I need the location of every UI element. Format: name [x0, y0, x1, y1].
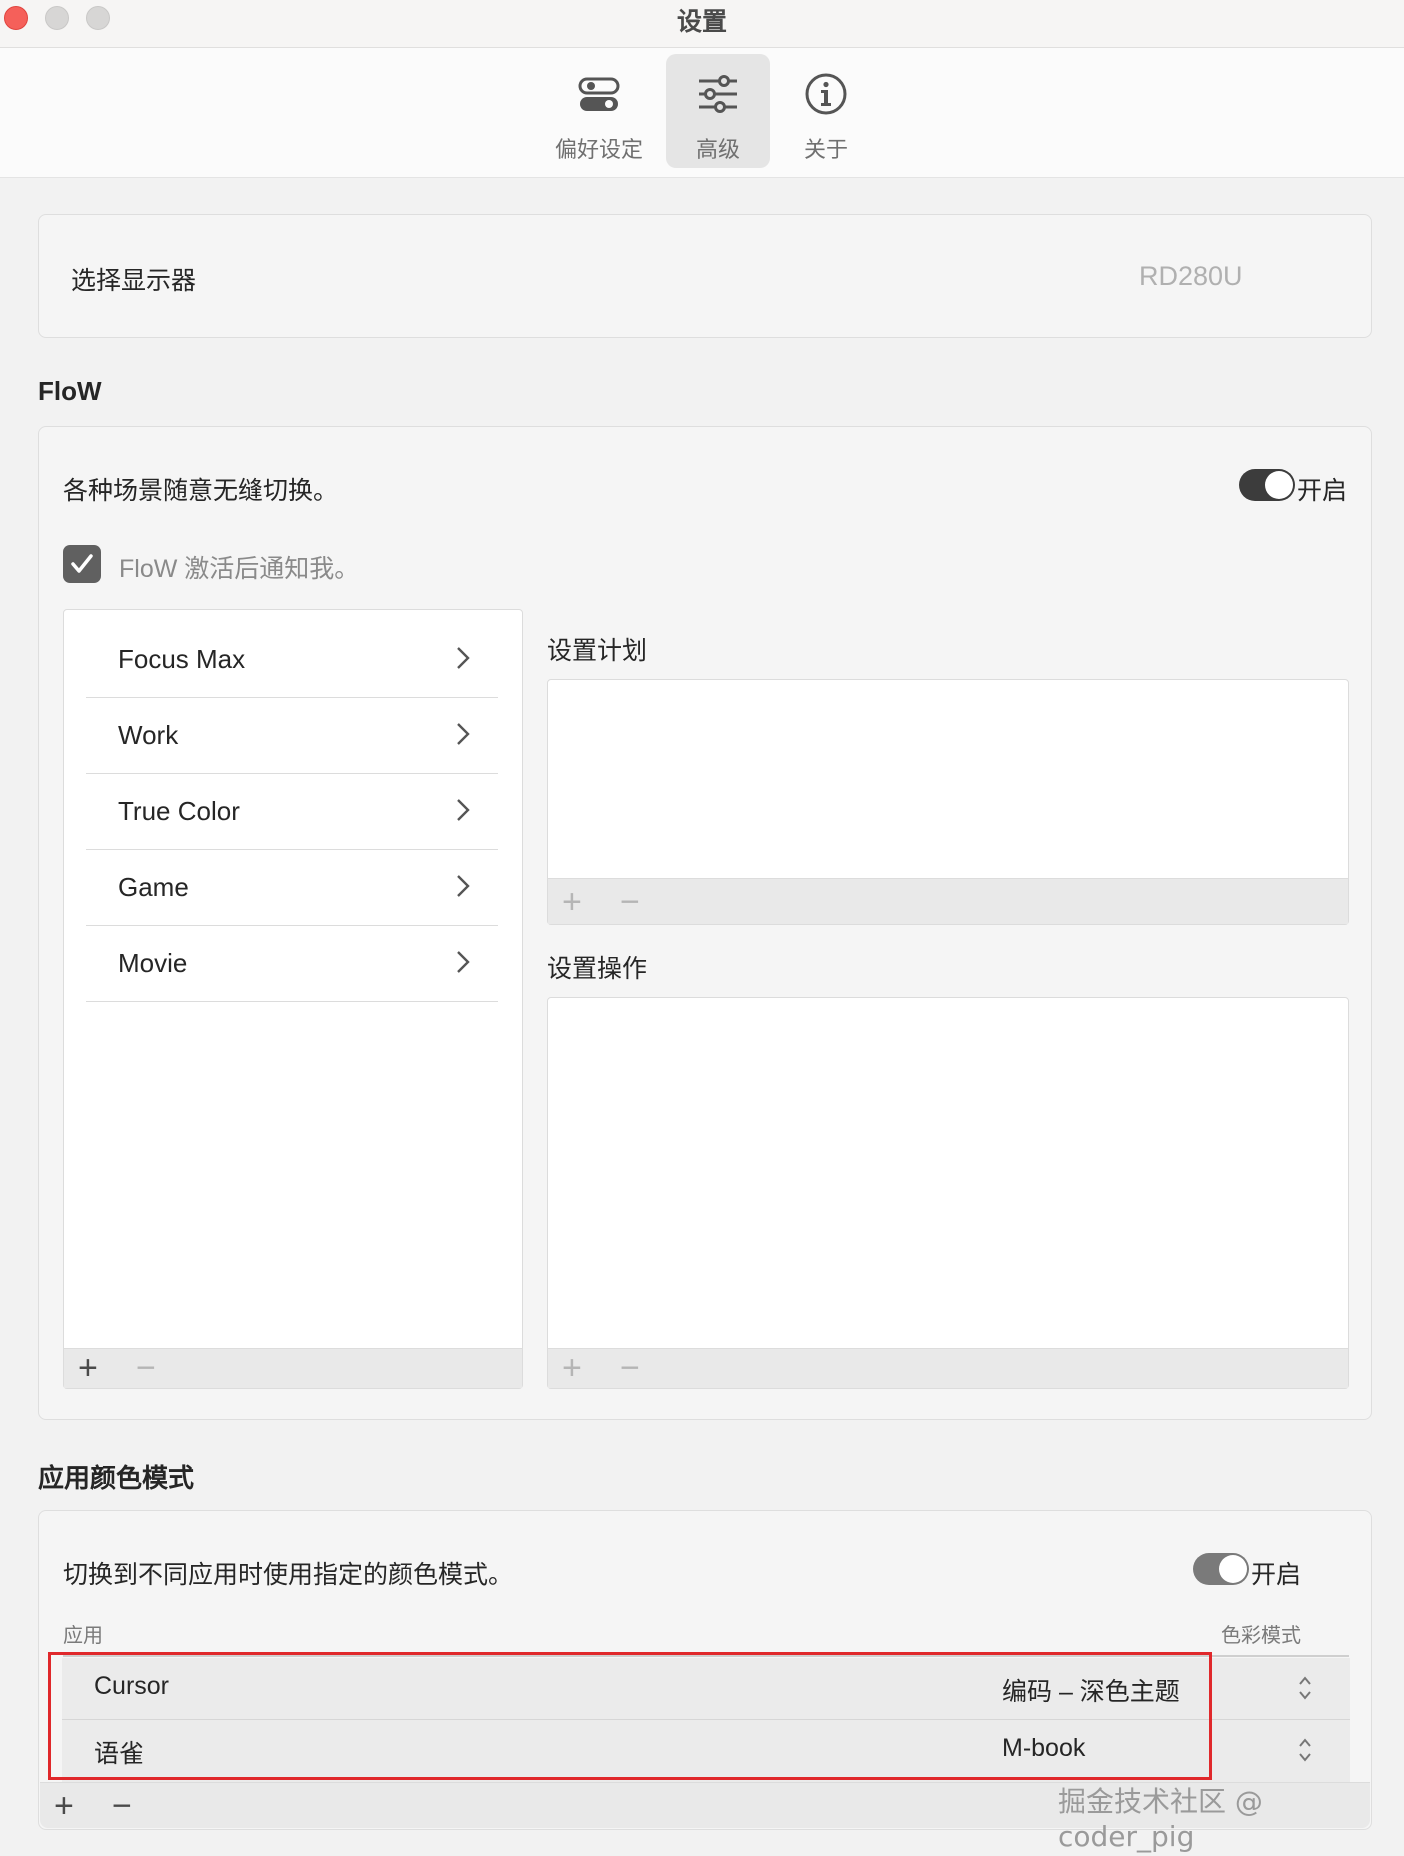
color-mode-cell[interactable]: 编码 – 深色主题 — [1002, 1672, 1180, 1708]
scene-label: Movie — [118, 948, 188, 978]
chevron-right-icon — [457, 875, 470, 897]
flow-panel: 各种场景随意无缝切换。 开启 FloW 激活后通知我。 Focus Max Wo… — [38, 426, 1372, 1420]
plan-list-footer: + − — [548, 878, 1348, 924]
checkmark-icon — [71, 554, 93, 573]
remove-scene-button[interactable]: − — [136, 1351, 156, 1385]
toggles-icon — [578, 77, 620, 111]
chevron-right-icon — [457, 951, 470, 973]
flow-notify-checkbox[interactable] — [63, 545, 101, 583]
flow-section-title: FloW — [38, 376, 102, 406]
flow-description: 各种场景随意无缝切换。 — [63, 477, 339, 505]
list-item[interactable]: Movie — [86, 926, 498, 1002]
add-action-button[interactable]: + — [562, 1351, 582, 1385]
chevron-right-icon — [457, 799, 470, 821]
scene-list-footer: + − — [64, 1348, 522, 1388]
sliders-icon — [699, 75, 737, 113]
action-list-footer: + − — [548, 1348, 1348, 1388]
scene-label: Game — [118, 872, 189, 902]
add-app-button[interactable]: + — [54, 1789, 74, 1823]
watermark: 掘金技术社区 @ coder_pig — [1058, 1785, 1263, 1853]
column-header-mode[interactable]: 色彩模式 — [1221, 1619, 1301, 1648]
toggle-knob — [1219, 1555, 1247, 1583]
list-item[interactable]: True Color — [86, 774, 498, 850]
add-scene-button[interactable]: + — [78, 1351, 98, 1385]
flow-notify-label: FloW 激活后通知我。 — [119, 555, 360, 583]
scene-list: Focus Max Work True Color Game Movie + − — [63, 609, 523, 1389]
display-selector-panel[interactable]: 选择显示器 RD280U — [38, 214, 1372, 338]
chevron-right-icon — [457, 647, 470, 669]
tab-preferences[interactable]: 偏好设定 — [547, 54, 651, 168]
info-icon — [805, 73, 847, 115]
color-mode-toggle-label: 开启 — [1251, 1561, 1302, 1589]
app-name-cell: 语雀 — [94, 1740, 145, 1768]
remove-action-button[interactable]: − — [620, 1351, 640, 1385]
remove-app-button[interactable]: − — [112, 1789, 132, 1823]
column-header-app[interactable]: 应用 — [63, 1619, 103, 1648]
flow-toggle-label: 开启 — [1297, 477, 1348, 505]
list-item[interactable]: Focus Max — [86, 622, 498, 698]
stepper-icon[interactable] — [1298, 1674, 1312, 1702]
display-selector-value[interactable]: RD280U — [1139, 261, 1243, 292]
flow-toggle[interactable] — [1239, 469, 1295, 501]
tab-label: 关于 — [803, 137, 848, 162]
tab-about[interactable]: 关于 — [774, 54, 878, 168]
list-item[interactable]: Work — [86, 698, 498, 774]
tab-label: 偏好设定 — [554, 137, 643, 162]
scene-label: Work — [118, 720, 179, 750]
color-mode-toggle[interactable] — [1193, 1553, 1249, 1585]
action-list: + − — [547, 997, 1349, 1389]
add-plan-button[interactable]: + — [562, 885, 582, 919]
chevron-right-icon — [457, 723, 470, 745]
plan-list: + − — [547, 679, 1349, 925]
display-selector-label: 选择显示器 — [71, 267, 197, 295]
color-mode-cell[interactable]: M-book — [1002, 1734, 1085, 1763]
window-title: 设置 — [676, 8, 727, 36]
plan-title: 设置计划 — [547, 637, 648, 665]
table-header-divider — [63, 1655, 1349, 1657]
toolbar: 偏好设定 高级 关于 — [0, 48, 1404, 178]
stepper-icon[interactable] — [1298, 1736, 1312, 1764]
tab-label: 高级 — [695, 137, 740, 162]
remove-plan-button[interactable]: − — [620, 885, 640, 919]
app-name-cell: Cursor — [94, 1672, 170, 1700]
scene-label: True Color — [118, 796, 240, 826]
color-mode-section-title: 应用颜色模式 — [38, 1463, 195, 1493]
scene-label: Focus Max — [118, 644, 246, 674]
table-row[interactable]: 语雀 M-book — [62, 1720, 1350, 1782]
tab-advanced[interactable]: 高级 — [666, 54, 770, 168]
title-bar: 设置 — [0, 0, 1404, 48]
toggle-knob — [1265, 471, 1293, 499]
action-title: 设置操作 — [547, 955, 648, 983]
color-mode-description: 切换到不同应用时使用指定的颜色模式。 — [63, 1561, 514, 1589]
table-row[interactable]: Cursor 编码 – 深色主题 — [62, 1658, 1350, 1720]
list-item[interactable]: Game — [86, 850, 498, 926]
